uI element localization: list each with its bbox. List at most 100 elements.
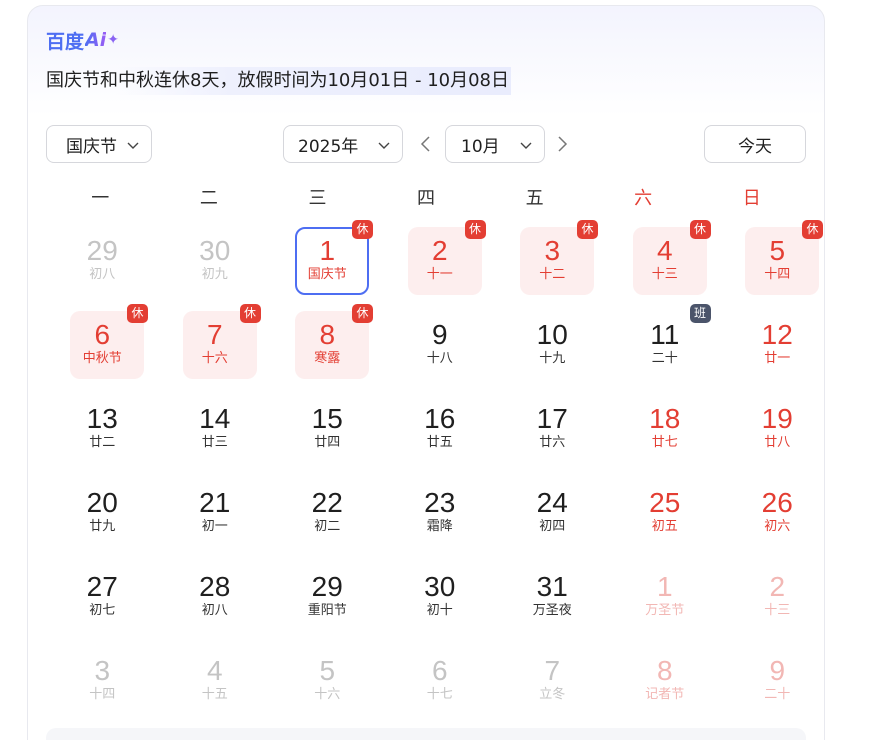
date-cell[interactable]: 7 十六 休	[159, 304, 272, 394]
lunar-date: 廿九	[89, 519, 116, 534]
date-number: 29	[86, 235, 118, 266]
date-number: 20	[86, 487, 118, 518]
weekday-label: 日	[742, 188, 761, 209]
lunar-date: 十九	[539, 351, 566, 366]
brand-ai-text: Ai	[85, 29, 107, 51]
date-cell[interactable]: 5 十六	[271, 646, 384, 730]
date-number: 3	[544, 235, 561, 266]
date-number: 8	[319, 319, 336, 350]
date-cell[interactable]: 17 廿六	[496, 394, 609, 478]
date-number: 14	[199, 403, 231, 434]
date-cell[interactable]: 19 廿八	[721, 394, 834, 478]
date-cell[interactable]: 18 廿七	[609, 394, 722, 478]
date-cell[interactable]: 30 初九	[159, 226, 272, 310]
lunar-date: 记者节	[645, 687, 685, 702]
year-select[interactable]: 2025年	[283, 125, 403, 163]
date-cell[interactable]: 30 初十	[384, 562, 497, 646]
lunar-date: 廿一	[764, 351, 791, 366]
lunar-date: 初八	[89, 267, 116, 282]
lunar-date: 十四	[89, 687, 116, 702]
holiday-badge: 休	[577, 220, 598, 239]
lunar-date: 重阳节	[307, 603, 347, 618]
date-cell[interactable]: 20 廿九	[46, 478, 159, 562]
date-cell[interactable]: 13 廿二	[46, 394, 159, 478]
date-cell[interactable]: 3 十二 休	[496, 220, 609, 310]
date-cell[interactable]: 2 十三	[721, 562, 834, 646]
date-cell[interactable]: 4 十五	[159, 646, 272, 730]
date-cell[interactable]: 26 初六	[721, 478, 834, 562]
lunar-date: 十二	[539, 267, 566, 282]
date-number: 3	[94, 655, 111, 686]
date-number: 4	[656, 235, 673, 266]
lunar-date: 万圣节	[645, 603, 685, 618]
month-select[interactable]: 10月	[445, 125, 545, 163]
date-number: 7	[544, 655, 561, 686]
date-cell[interactable]: 15 廿四	[271, 394, 384, 478]
date-cell[interactable]: 1 国庆节 休	[271, 220, 384, 310]
weekday-label: 二	[199, 188, 218, 209]
date-cell[interactable]: 27 初七	[46, 562, 159, 646]
date-cell[interactable]: 10 十九	[496, 310, 609, 394]
date-cell[interactable]: 23 霜降	[384, 478, 497, 562]
date-number: 4	[206, 655, 223, 686]
date-number: 5	[769, 235, 786, 266]
lunar-date: 寒露	[314, 351, 341, 366]
date-number: 21	[199, 487, 231, 518]
date-cell[interactable]: 3 十四	[46, 646, 159, 730]
sparkle-icon: ✦	[107, 32, 119, 48]
date-cell[interactable]: 14 廿三	[159, 394, 272, 478]
date-cell[interactable]: 6 中秋节 休	[46, 304, 159, 394]
date-number: 9	[431, 319, 448, 350]
holiday-select-value: 国庆节	[66, 136, 117, 157]
date-cell[interactable]: 12 廿一	[721, 310, 834, 394]
date-cell[interactable]: 7 立冬	[496, 646, 609, 730]
holiday-badge: 休	[352, 304, 373, 323]
date-cell[interactable]: 24 初四	[496, 478, 609, 562]
date-cell[interactable]: 5 十四 休	[721, 220, 834, 310]
holiday-badge: 休	[352, 220, 373, 239]
lunar-date: 廿八	[764, 435, 791, 450]
year-select-value: 2025年	[298, 136, 359, 157]
date-number: 11	[650, 319, 680, 350]
date-number: 15	[311, 403, 343, 434]
lunar-date: 廿六	[539, 435, 566, 450]
date-cell[interactable]: 16 廿五	[384, 394, 497, 478]
date-cell[interactable]: 29 初八	[46, 226, 159, 310]
date-cell[interactable]: 9 二十	[721, 646, 834, 730]
lunar-date: 初一	[201, 519, 228, 534]
lunar-date: 初七	[89, 603, 116, 618]
holiday-select[interactable]: 国庆节	[46, 125, 152, 163]
date-cell[interactable]: 8 记者节	[609, 646, 722, 730]
date-cell[interactable]: 1 万圣节	[609, 562, 722, 646]
date-cell[interactable]: 11 二十 班	[609, 304, 722, 394]
date-cell[interactable]: 31 万圣夜	[496, 562, 609, 646]
date-number: 2	[769, 571, 786, 602]
date-cell[interactable]: 25 初五	[609, 478, 722, 562]
date-number: 24	[536, 487, 568, 518]
date-number: 30	[424, 571, 456, 602]
weekday-label: 一	[91, 188, 110, 209]
date-cell[interactable]: 21 初一	[159, 478, 272, 562]
lunar-date: 中秋节	[82, 351, 122, 366]
bottom-panel	[46, 728, 806, 740]
lunar-date: 十五	[201, 687, 228, 702]
date-cell[interactable]: 6 十七	[384, 646, 497, 730]
date-cell[interactable]: 28 初八	[159, 562, 272, 646]
lunar-date: 十四	[764, 267, 791, 282]
date-number: 6	[94, 319, 111, 350]
date-number: 2	[431, 235, 448, 266]
lunar-date: 初六	[764, 519, 791, 534]
date-cell[interactable]: 4 十三 休	[609, 220, 722, 310]
date-cell[interactable]: 9 十八	[384, 310, 497, 394]
lunar-date: 廿五	[426, 435, 453, 450]
prev-month-button[interactable]	[416, 134, 436, 154]
lunar-date: 初八	[201, 603, 228, 618]
date-cell[interactable]: 22 初二	[271, 478, 384, 562]
date-cell[interactable]: 2 十一 休	[384, 220, 497, 310]
lunar-date: 十三	[764, 603, 791, 618]
today-button[interactable]: 今天	[704, 125, 806, 163]
date-cell[interactable]: 8 寒露 休	[271, 304, 384, 394]
holiday-badge: 休	[464, 220, 486, 239]
date-cell[interactable]: 29 重阳节	[271, 562, 384, 646]
next-month-button[interactable]	[552, 134, 572, 154]
